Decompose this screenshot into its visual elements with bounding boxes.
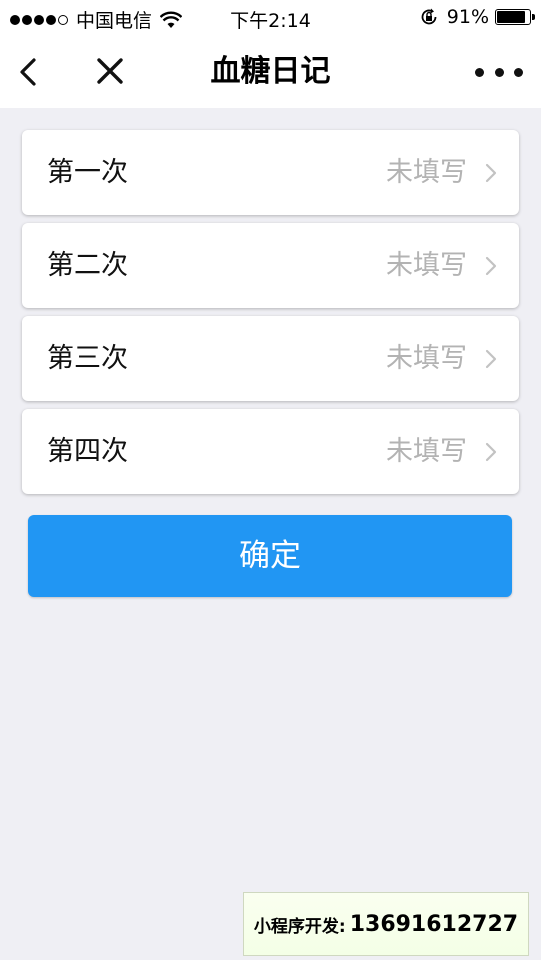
rotation-lock-icon — [421, 8, 437, 25]
status-right: 91% — [419, 6, 535, 28]
battery-percent: 91% — [446, 6, 489, 28]
watermark-number: 13691612727 — [349, 911, 519, 937]
status-bar: 中国电信 下午2:14 91% — [0, 0, 541, 36]
page-title: 血糖日记 — [210, 54, 331, 89]
screen: 中国电信 下午2:14 91% 血糖日记 第一次 未填写 第二次 未填写 第三次… — [0, 0, 541, 960]
list-item-third[interactable]: 第三次 未填写 — [22, 316, 519, 401]
entry-label: 第二次 — [47, 250, 128, 281]
list-item-first[interactable]: 第一次 未填写 — [22, 130, 519, 215]
list-item-fourth[interactable]: 第四次 未填写 — [22, 409, 519, 494]
entry-label: 第四次 — [47, 436, 128, 467]
chevron-right-icon — [485, 163, 497, 183]
entry-status: 未填写 — [386, 157, 467, 188]
confirm-button[interactable]: 确定 — [28, 515, 512, 597]
watermark-banner: 小程序开发: 13691612727 — [243, 892, 529, 956]
nav-bar: 血糖日记 — [0, 36, 541, 108]
entry-status: 未填写 — [386, 250, 467, 281]
watermark-label: 小程序开发: — [253, 916, 346, 937]
chevron-right-icon — [485, 256, 497, 276]
entry-status: 未填写 — [386, 343, 467, 374]
chevron-right-icon — [485, 442, 497, 462]
battery-level — [497, 11, 525, 23]
entry-label: 第一次 — [47, 157, 128, 188]
entry-status: 未填写 — [386, 436, 467, 467]
battery-icon — [495, 9, 535, 25]
chevron-right-icon — [485, 349, 497, 369]
entry-list: 第一次 未填写 第二次 未填写 第三次 未填写 第四次 未填写 — [22, 130, 519, 502]
entry-label: 第三次 — [47, 343, 128, 374]
list-item-second[interactable]: 第二次 未填写 — [22, 223, 519, 308]
more-icon[interactable] — [475, 52, 523, 92]
